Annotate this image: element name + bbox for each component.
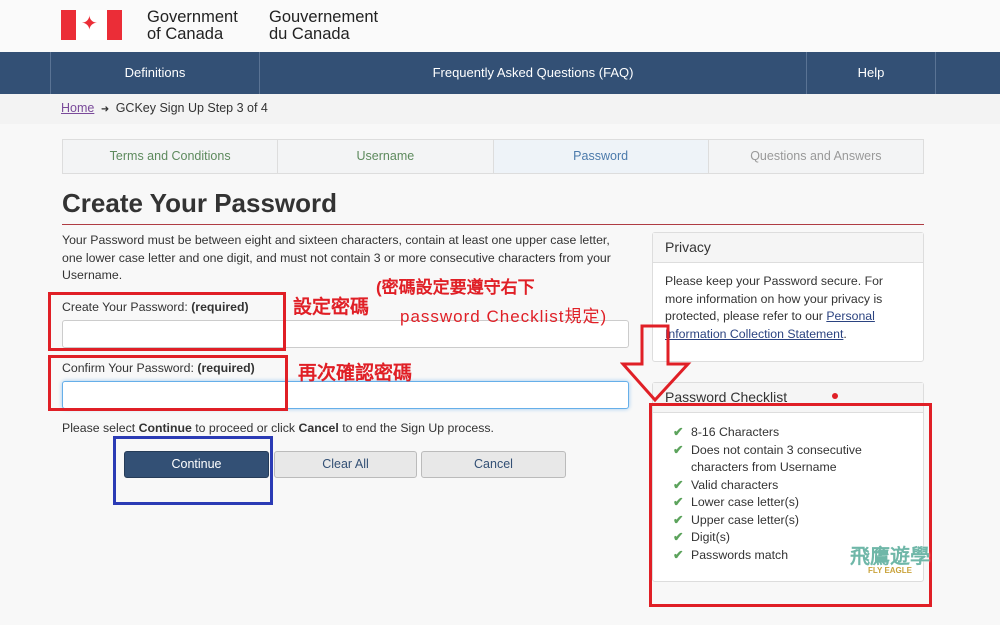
fly-eagle-watermark: 飛鷹遊學 FLY EAGLE — [850, 546, 930, 575]
privacy-text: Please keep your Password secure. For mo… — [665, 274, 884, 341]
annotation-note-2: password Checklist規定) — [400, 307, 608, 326]
annotation-note-1: (密碼設定要遵守右下 — [376, 278, 535, 297]
breadcrumb: Home ➜ GCKey Sign Up Step 3 of 4 — [0, 94, 1000, 124]
progress-steps: Terms and Conditions Username Password Q… — [62, 139, 924, 174]
nav-definitions[interactable]: Definitions — [50, 52, 259, 94]
step-username: Username — [278, 140, 494, 173]
breadcrumb-current: GCKey Sign Up Step 3 of 4 — [115, 101, 268, 115]
annotation-box-password — [48, 292, 286, 351]
annotation-box-confirm — [48, 355, 288, 411]
privacy-panel: Privacy Please keep your Password secure… — [652, 232, 924, 362]
title-divider — [62, 224, 924, 225]
nav-faq[interactable]: Frequently Asked Questions (FAQ) — [259, 52, 806, 94]
intro-text: Your Password must be between eight and … — [62, 233, 611, 282]
privacy-title: Privacy — [653, 233, 923, 263]
step-password: Password — [493, 140, 709, 173]
clear-all-button[interactable]: Clear All — [274, 451, 417, 478]
breadcrumb-home-link[interactable]: Home — [61, 101, 94, 115]
annotation-box-continue — [113, 436, 273, 505]
annotation-confirm-password: 再次確認密碼 — [298, 363, 413, 384]
site-header: ✦ Government of Canada Gouvernement du Can… — [0, 0, 1000, 52]
canada-flag-logo: ✦ — [61, 10, 122, 40]
annotation-dot — [832, 393, 838, 399]
nav-help[interactable]: Help — [806, 52, 936, 94]
cancel-button[interactable]: Cancel — [421, 451, 566, 478]
main-nav: Definitions Frequently Asked Questions (… — [0, 52, 1000, 94]
step-terms: Terms and Conditions — [63, 140, 279, 173]
arrow-right-icon: ➜ — [100, 104, 110, 115]
step-questions: Questions and Answers — [750, 149, 882, 163]
down-arrow-icon — [620, 324, 692, 403]
annotation-set-password: 設定密碼 — [293, 297, 370, 318]
annotation-box-checklist — [649, 403, 932, 607]
signature-fr: Gouvernement du Canada — [269, 8, 379, 43]
signature-en: Government of Canada — [147, 8, 238, 43]
instructions: Please select Continue to proceed or cli… — [62, 421, 494, 435]
page-title: Create Your Password — [62, 188, 338, 218]
maple-leaf-icon: ✦ — [81, 13, 98, 35]
